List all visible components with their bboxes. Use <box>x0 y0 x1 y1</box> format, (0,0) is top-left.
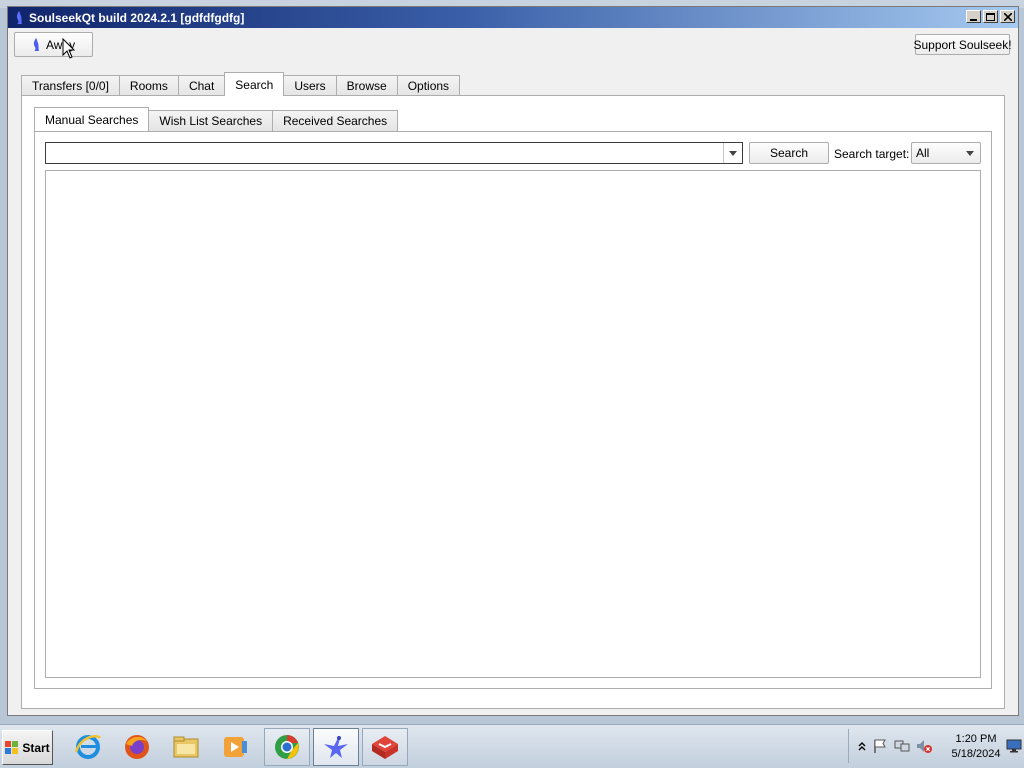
search-results-area[interactable] <box>45 170 981 678</box>
window-title: SoulseekQt build 2024.2.1 [gdfdfgdfg] <box>29 11 245 25</box>
tab-received-searches[interactable]: Received Searches <box>272 110 399 131</box>
taskbar-soulseek[interactable] <box>313 728 359 766</box>
soulseek-bird-icon <box>16 11 22 24</box>
minimize-button[interactable] <box>966 10 981 23</box>
start-button[interactable]: Start <box>2 730 53 765</box>
soulseek-bird-icon <box>33 37 39 51</box>
soulseek-icon <box>324 736 348 758</box>
manual-searches-panel: Search Search target: All <box>34 131 992 689</box>
soulseek-window: SoulseekQt build 2024.2.1 [gdfdfgdfg] Aw… <box>7 6 1019 716</box>
taskbar-firefox[interactable] <box>114 728 160 766</box>
search-target-select[interactable]: All <box>911 142 981 164</box>
close-button[interactable] <box>1000 10 1015 23</box>
maximize-button[interactable] <box>983 10 998 23</box>
flag-icon <box>874 739 886 753</box>
show-desktop-button[interactable] <box>1006 738 1022 754</box>
title-bar[interactable]: SoulseekQt build 2024.2.1 [gdfdfgdfg] <box>8 7 1018 28</box>
taskbar-chrome[interactable] <box>264 728 310 766</box>
chevron-down-icon <box>729 150 737 156</box>
tab-rooms[interactable]: Rooms <box>118 75 178 96</box>
show-hidden-icons-button[interactable] <box>854 738 870 754</box>
network-icon <box>894 740 910 752</box>
taskbar-internet-explorer[interactable] <box>65 728 111 766</box>
tab-wish-list-searches[interactable]: Wish List Searches <box>149 110 273 131</box>
tab-transfers[interactable]: Transfers [0/0] <box>21 75 119 96</box>
volume-tray[interactable] <box>916 738 932 754</box>
close-icon <box>1003 12 1012 21</box>
tab-chat[interactable]: Chat <box>177 75 225 96</box>
clock-date: 5/18/2024 <box>951 748 1001 760</box>
taskbar-red-cube-app[interactable] <box>362 728 408 766</box>
mouse-cursor-icon <box>62 38 76 59</box>
minimize-icon <box>969 18 977 21</box>
maximize-icon <box>986 12 995 21</box>
search-tab-panel: Manual Searches Wish List Searches Recei… <box>21 95 1005 709</box>
red-cube-app-icon <box>372 736 398 759</box>
window-client-area: Away Support Soulseek! Transfers [0/0] R… <box>8 28 1018 715</box>
tray-separator <box>848 729 849 763</box>
network-tray[interactable] <box>894 738 910 754</box>
main-tab-bar: Transfers [0/0] Rooms Chat Search Users … <box>21 72 461 96</box>
search-history-dropdown[interactable] <box>723 143 742 163</box>
search-target-value: All <box>916 146 930 160</box>
chevron-down-icon <box>966 151 974 156</box>
system-tray: 1:20 PM 5/18/2024 <box>848 725 1024 768</box>
start-label: Start <box>22 740 50 755</box>
internet-explorer-icon <box>74 735 101 759</box>
firefox-icon <box>125 735 149 759</box>
taskbar-file-explorer[interactable] <box>163 728 209 766</box>
windows-flag-icon <box>5 740 19 754</box>
action-center-tray[interactable] <box>872 738 888 754</box>
tab-users[interactable]: Users <box>284 75 336 96</box>
search-target-label: Search target: <box>834 147 910 161</box>
support-soulseek-button[interactable]: Support Soulseek! <box>913 34 1012 55</box>
chevron-up-icon <box>858 742 866 751</box>
media-player-icon <box>224 737 247 757</box>
file-explorer-icon <box>173 736 199 758</box>
search-query-combo[interactable] <box>45 142 743 164</box>
taskbar: Start 1:20 PM 5/18/2024 <box>0 724 1024 768</box>
away-button[interactable]: Away <box>14 32 93 57</box>
taskbar-clock[interactable]: 1:20 PM 5/18/2024 <box>946 732 1006 762</box>
tab-options[interactable]: Options <box>396 75 461 96</box>
tab-manual-searches[interactable]: Manual Searches <box>34 107 150 131</box>
tab-browse[interactable]: Browse <box>335 75 397 96</box>
taskbar-media-player[interactable] <box>212 728 258 766</box>
volume-muted-icon <box>917 740 932 753</box>
monitor-icon <box>1006 739 1022 753</box>
search-subtab-bar: Manual Searches Wish List Searches Recei… <box>34 107 399 131</box>
tab-search[interactable]: Search <box>224 72 285 96</box>
chrome-icon <box>275 735 299 759</box>
search-button[interactable]: Search <box>749 142 829 164</box>
clock-time: 1:20 PM <box>955 733 997 745</box>
